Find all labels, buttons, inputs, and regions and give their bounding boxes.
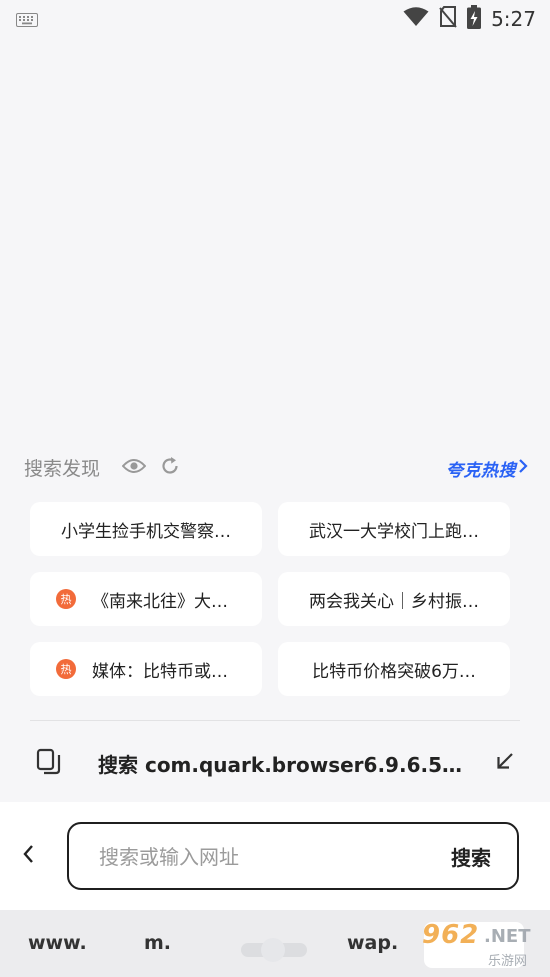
discover-item-text: 两会我关心｜乡村振… — [309, 591, 479, 612]
discover-item-text: 《南来北往》大… — [92, 591, 228, 612]
discover-item-text: 比特币价格突破6万… — [312, 661, 476, 682]
quick-key-www[interactable]: www. — [28, 932, 87, 954]
search-input[interactable] — [97, 824, 421, 889]
divider — [30, 720, 520, 721]
quark-hot-search-link[interactable]: 夸克热搜 — [446, 456, 516, 481]
keyboard-icon — [16, 12, 38, 31]
status-bar: 5:27 — [0, 0, 550, 38]
discover-item[interactable]: 热 《南来北往》大… — [30, 572, 262, 626]
wifi-icon — [403, 7, 429, 31]
watermark-brand: 962 — [422, 920, 480, 950]
hot-badge-icon: 热 — [56, 589, 76, 609]
eye-icon[interactable] — [121, 457, 147, 479]
discover-item[interactable]: 热 媒体：比特币或… — [30, 642, 262, 696]
search-button[interactable]: 搜索 — [451, 842, 491, 871]
clipboard-suggestion[interactable]: 搜索 com.quark.browser6.9.6.5… — [0, 722, 550, 802]
discover-item-text: 武汉一大学校门上跑… — [309, 521, 479, 542]
slider-knob[interactable] — [261, 938, 285, 962]
watermark-sub: 乐游网 — [488, 954, 528, 969]
discover-item-text: 小学生捡手机交警察… — [61, 521, 231, 542]
search-box: 搜索 — [67, 822, 519, 890]
clock: 5:27 — [491, 7, 536, 31]
cursor-slider[interactable] — [241, 938, 307, 962]
watermark-net: .NET — [484, 926, 531, 947]
quick-key-m[interactable]: m. — [144, 932, 171, 954]
discover-item-text: 媒体：比特币或… — [92, 661, 228, 682]
battery-charging-icon — [467, 5, 482, 33]
discover-item[interactable]: 小学生捡手机交警察… — [30, 502, 262, 556]
search-panel: 搜索 — [0, 802, 550, 910]
no-sim-icon — [439, 6, 457, 32]
search-discover-title: 搜索发现 — [24, 458, 101, 480]
arrow-down-left-icon[interactable] — [496, 752, 514, 774]
discover-item[interactable]: 两会我关心｜乡村振… — [278, 572, 510, 626]
refresh-icon[interactable] — [160, 456, 180, 480]
discover-item[interactable]: 武汉一大学校门上跑… — [278, 502, 510, 556]
discover-item[interactable]: 比特币价格突破6万… — [278, 642, 510, 696]
hot-badge-icon: 热 — [56, 659, 76, 679]
chevron-right-icon[interactable] — [518, 458, 528, 478]
clipboard-text: 搜索 com.quark.browser6.9.6.5… — [98, 753, 462, 777]
copy-icon — [36, 748, 62, 780]
quick-key-wap[interactable]: wap. — [347, 932, 398, 954]
site-watermark: 962 .NET 乐游网 — [418, 918, 548, 974]
back-chevron-icon[interactable] — [22, 844, 34, 868]
